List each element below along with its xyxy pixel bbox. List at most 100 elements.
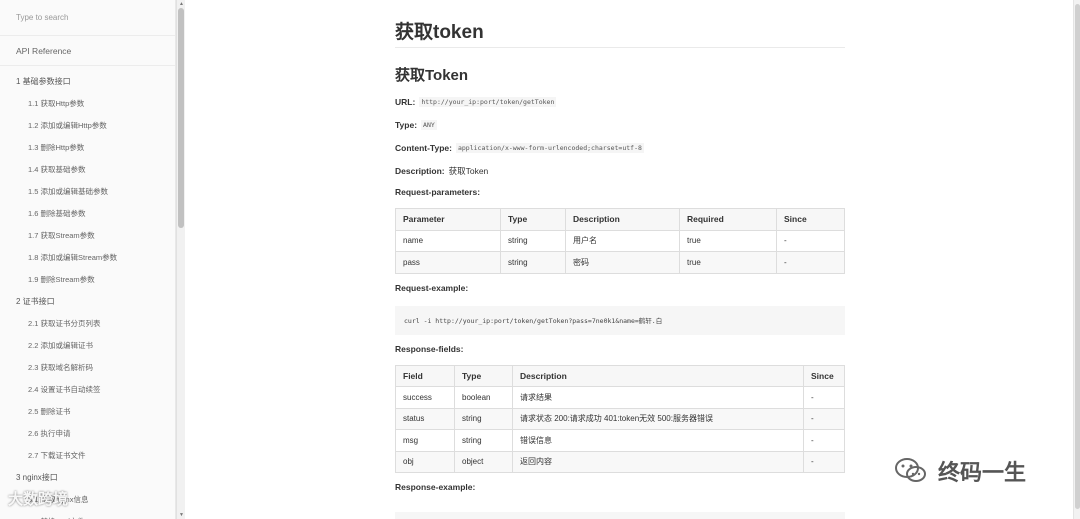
search-input[interactable]: Type to search [0, 0, 175, 36]
table-cell: true [679, 229, 777, 252]
sidebar-item[interactable]: 2.6 执行申请 [0, 422, 175, 444]
sidebar-item[interactable]: 2.2 添加或编辑证书 [0, 334, 175, 356]
page-scrollbar-thumb[interactable] [1075, 4, 1080, 509]
sidebar-item[interactable]: 2.5 删除证书 [0, 400, 175, 422]
sidebar-item[interactable]: 1.4 获取基础参数 [0, 158, 175, 180]
table-header: Since [776, 208, 845, 231]
table-cell: 密码 [565, 251, 680, 274]
table-row: success boolean 请求结果 - [395, 386, 845, 409]
table-cell: boolean [454, 386, 513, 409]
table-cell: true [679, 251, 777, 274]
table-header: Description [512, 364, 804, 387]
table-cell: - [803, 386, 845, 409]
api-doc-page: Type to search API Reference 1 基础参数接口 1.… [0, 0, 1080, 519]
table-header: Required [679, 208, 777, 231]
description-row: Description: 获取Token [395, 164, 845, 178]
table-cell: object [454, 450, 513, 473]
table-cell: msg [395, 429, 455, 452]
type-label: Type: [395, 120, 418, 130]
content-type-row: Content-Type: application/x-www-form-url… [395, 141, 845, 155]
table-row: obj object 返回内容 - [395, 450, 845, 473]
page-title: 获取token [395, 0, 845, 48]
table-cell: - [776, 251, 845, 274]
url-row: URL: http://your_ip:port/token/getToken [395, 95, 845, 109]
table-header: Since [803, 364, 845, 387]
description-value: 获取Token [448, 166, 489, 176]
scroll-up-icon[interactable]: ▲ [178, 1, 185, 7]
request-parameters-table: Parameter Type Description Required Sinc… [395, 208, 845, 274]
table-cell: string [500, 251, 566, 274]
request-example-title: Request-example: [395, 282, 469, 293]
table-cell: string [500, 229, 566, 252]
description-label: Description: [395, 166, 445, 176]
sidebar-item[interactable]: 2.7 下载证书文件 [0, 444, 175, 466]
sidebar-scrollbar[interactable]: ▲ ▼ [176, 0, 185, 519]
sidebar-item[interactable]: 1.6 删除基础参数 [0, 202, 175, 224]
type-row: Type: ANY [395, 118, 845, 132]
sidebar: Type to search API Reference 1 基础参数接口 1.… [0, 0, 176, 519]
table-cell: 请求状态 200:请求成功 401:token无效 500:服务器错误 [512, 407, 804, 430]
table-cell: 返回内容 [512, 450, 804, 473]
sidebar-section-1[interactable]: 1 基础参数接口 [0, 70, 175, 92]
watermark-right: 终码一生 [892, 455, 1026, 487]
response-example-code [395, 512, 845, 519]
section-heading: 获取Token [395, 67, 469, 84]
page-scrollbar[interactable] [1073, 0, 1080, 519]
api-reference-link[interactable]: API Reference [0, 36, 175, 66]
response-fields-title: Response-fields: [395, 343, 464, 354]
sidebar-item[interactable]: 1.7 获取Stream参数 [0, 224, 175, 246]
table-cell: - [776, 229, 845, 252]
response-example-title: Response-example: [395, 482, 476, 492]
table-cell: pass [395, 251, 501, 274]
table-cell: 用户名 [565, 229, 680, 252]
table-header: Description [565, 208, 680, 231]
table-cell: - [803, 407, 845, 430]
table-cell: success [395, 386, 455, 409]
request-parameters-title: Request-parameters: [395, 187, 481, 197]
wechat-icon [895, 458, 926, 482]
table-cell: 请求结果 [512, 386, 804, 409]
watermark-left-text: 大数跨境 [8, 491, 69, 508]
table-header: Type [500, 208, 566, 231]
url-label: URL: [395, 97, 416, 107]
sidebar-item[interactable]: 1.3 删除Http参数 [0, 136, 175, 158]
table-row: name string 用户名 true - [395, 229, 845, 252]
table-row: status string 请求状态 200:请求成功 401:token无效 … [395, 407, 845, 430]
scroll-down-icon[interactable]: ▼ [178, 512, 185, 518]
table-cell: name [395, 229, 501, 252]
sidebar-item[interactable]: 2.1 获取证书分页列表 [0, 312, 175, 334]
table-header: Parameter [395, 208, 501, 231]
sidebar-section-3[interactable]: 3 nginx接口 [0, 466, 175, 488]
url-value: http://your_ip:port/token/getToken [419, 97, 557, 107]
sidebar-item[interactable]: 2.4 设置证书自动续签 [0, 378, 175, 400]
sidebar-section-2[interactable]: 2 证书接口 [0, 290, 175, 312]
main-content: 获取token 获取Token URL: http://your_ip:port… [395, 0, 845, 519]
sidebar-item[interactable]: 1.9 删除Stream参数 [0, 268, 175, 290]
sidebar-item[interactable]: 1.2 添加或编辑Http参数 [0, 114, 175, 136]
request-example-code: curl -i http://your_ip:port/token/getTok… [395, 305, 845, 335]
watermark-left: 大数跨境 [8, 488, 68, 509]
table-row: pass string 密码 true - [395, 251, 845, 274]
sidebar-item[interactable]: 1.8 添加或编辑Stream参数 [0, 246, 175, 268]
sidebar-item[interactable]: 1.1 获取Http参数 [0, 92, 175, 114]
table-header: Field [395, 364, 455, 387]
table-cell: obj [395, 450, 455, 473]
table-cell: string [454, 407, 513, 430]
table-header: Type [454, 364, 513, 387]
table-row: msg string 错误信息 - [395, 429, 845, 452]
search-placeholder: Type to search [16, 13, 69, 22]
table-cell: - [803, 429, 845, 452]
table-cell: - [803, 450, 845, 473]
table-cell: string [454, 429, 513, 452]
watermark-right-text: 终码一生 [938, 460, 1027, 485]
sidebar-item[interactable]: 1.5 添加或编辑基础参数 [0, 180, 175, 202]
sidebar-item[interactable]: 3.2 替换conf文件 [0, 510, 175, 519]
sidebar-item[interactable]: 2.3 获取域名解析码 [0, 356, 175, 378]
table-cell: status [395, 407, 455, 430]
response-fields-table: Field Type Description Since success boo… [395, 364, 845, 474]
type-value: ANY [421, 120, 437, 130]
scrollbar-thumb[interactable] [178, 8, 184, 228]
table-cell: 错误信息 [512, 429, 804, 452]
content-type-label: Content-Type: [395, 143, 452, 153]
content-type-value: application/x-www-form-urlencoded;charse… [455, 143, 644, 153]
